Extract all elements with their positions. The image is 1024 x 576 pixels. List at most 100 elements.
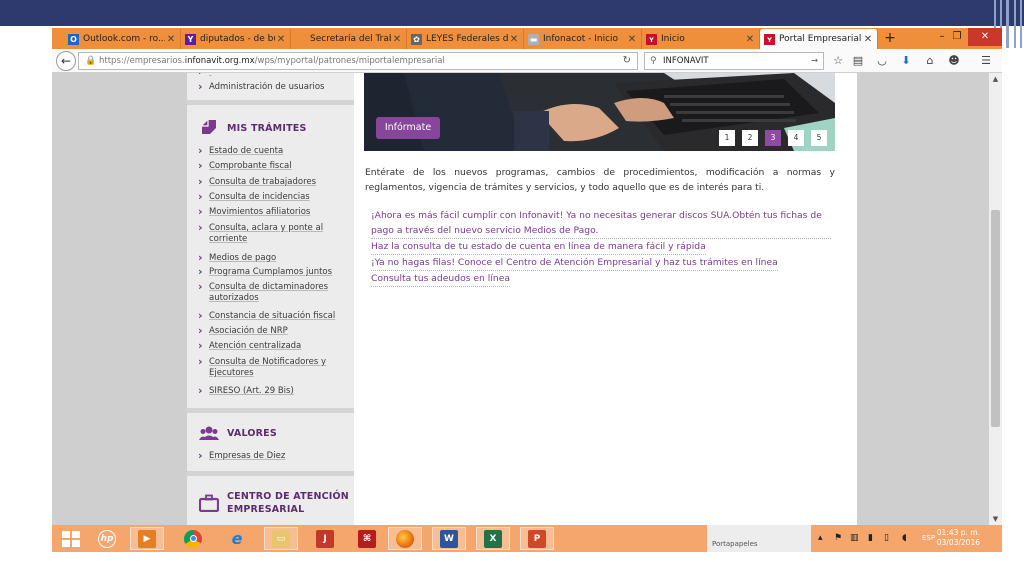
acrobat-icon[interactable]: ⌘: [350, 527, 384, 550]
reading-list-icon[interactable]: ▤: [850, 53, 866, 69]
browser-nav-bar: ← 🔒 https://empresarios.infonavit.org.mx…: [52, 49, 1002, 73]
chat-icon[interactable]: ☻: [946, 53, 962, 69]
sidebar-item[interactable]: Consulta, aclara y ponte al corriente: [198, 222, 349, 245]
tray-expand-icon[interactable]: ▴: [818, 533, 823, 543]
home-icon[interactable]: ⌂: [922, 53, 938, 69]
page-scrollbar[interactable]: ▲ ▼: [989, 73, 1002, 525]
reload-icon[interactable]: ↻: [623, 53, 631, 69]
window-close-button[interactable]: ✕: [968, 28, 1002, 46]
news-link[interactable]: ¡Ahora es más fácil cumplir con Infonavi…: [371, 208, 831, 239]
word-icon[interactable]: W: [432, 527, 466, 550]
slide-canvas: OOutlook.com - ro...✕Ydiputados - de bú.…: [0, 0, 1024, 576]
restore-button[interactable]: ❐: [945, 28, 969, 46]
search-input[interactable]: ⚲ INFONAVIT →: [644, 52, 824, 70]
sidebar-item-label: Consulta de dictaminadores autorizados: [209, 282, 329, 303]
browser-tab[interactable]: O Outlook.com - ro... ✕: [64, 29, 181, 49]
sidebar-item[interactable]: Consulta de Notificadores y Ejecutores: [198, 356, 349, 379]
internet-explorer-icon[interactable]: e: [220, 527, 254, 550]
sidebar-item[interactable]: Programa Cumplamos juntos: [198, 266, 349, 278]
sidebar-item-admin-usuarios[interactable]: Administración de usuarios: [198, 81, 349, 93]
scroll-up-icon[interactable]: ▲: [989, 73, 1002, 85]
infonavit-icon: ʏ: [646, 33, 657, 45]
sidebar: Administración de usuarios MIS TRÁMITES …: [187, 73, 354, 525]
flag-icon[interactable]: ⚑: [834, 533, 842, 543]
sidebar-item-label: Programa Cumplamos juntos: [209, 267, 333, 277]
browser-tab[interactable]: ʏ Portal Empresarial ✕: [760, 29, 878, 49]
informate-button[interactable]: Infórmate: [376, 117, 440, 139]
download-icon[interactable]: ⬇: [898, 53, 914, 69]
sidebar-item[interactable]: Consulta de trabajadores: [198, 176, 349, 188]
menu-icon[interactable]: ☰: [978, 53, 994, 69]
sidebar-item[interactable]: Constancia de situación fiscal: [198, 310, 349, 322]
excel-icon[interactable]: X: [476, 527, 510, 550]
app-red-icon[interactable]: J: [308, 527, 342, 550]
browser-tab[interactable]: Ydiputados - de bú...✕: [181, 29, 291, 49]
sidebar-item[interactable]: Empresas de Diez: [198, 450, 349, 462]
carousel-page-button[interactable]: 1: [719, 130, 735, 146]
tab-label: Portal Empresarial: [779, 34, 862, 44]
hero-carousel[interactable]: Infórmate 12345: [364, 73, 835, 151]
tab-close-icon[interactable]: ✕: [165, 34, 177, 45]
sidebar-item-label: Consulta de trabajadores: [209, 177, 317, 187]
tab-close-icon[interactable]: ✕: [275, 34, 287, 45]
news-link[interactable]: Consulta tus adeudos en línea: [371, 271, 511, 287]
volume-icon[interactable]: ◖: [902, 533, 907, 543]
yahoo-icon: Y: [185, 33, 196, 45]
url-prefix: https://empresarios.: [99, 56, 185, 66]
signal-icon[interactable]: ▮: [868, 533, 873, 543]
sidebar-item[interactable]: Movimientos afiliatorios: [198, 206, 349, 218]
firefox-icon[interactable]: [388, 527, 422, 550]
sidebar-item[interactable]: Asociación de NRP: [198, 325, 349, 337]
browser-tab[interactable]: Secretaría del Trabajo ...✕: [291, 29, 407, 49]
file-explorer-icon[interactable]: ▭: [264, 527, 298, 550]
sidebar-item[interactable]: Consulta de dictaminadores autorizados: [198, 281, 349, 304]
search-go-icon[interactable]: →: [811, 53, 818, 69]
bookmark-star-icon[interactable]: ☆: [830, 53, 846, 69]
pocket-icon[interactable]: ◡: [874, 53, 890, 69]
sidebar-item[interactable]: SIRESO (Art. 29 Bis): [198, 385, 349, 397]
sidebar-item[interactable]: Comprobante fiscal: [198, 160, 349, 172]
sidebar-item[interactable]: Medios de pago: [198, 252, 349, 264]
browser-tab[interactable]: ▬ Infonacot - Inicio ✕: [524, 29, 642, 49]
sidebar-item[interactable]: Atención centralizada: [198, 340, 349, 352]
sidebar-item[interactable]: Estado de cuenta: [198, 145, 349, 157]
carousel-page-button[interactable]: 4: [788, 130, 804, 146]
sidebar-item-cut[interactable]: [198, 73, 349, 78]
carousel-page-button[interactable]: 2: [742, 130, 758, 146]
tab-close-icon[interactable]: ✕: [391, 34, 403, 45]
language-indicator[interactable]: ESP: [922, 534, 935, 542]
main-content: Infórmate 12345 Entérate de los nuevos p…: [354, 73, 857, 525]
browser-tab[interactable]: ʏ Inicio ✕: [642, 29, 760, 49]
system-clock[interactable]: 01:43 p. m. 03/03/2016: [937, 528, 980, 548]
sidebar-item[interactable]: Consulta de incidencias: [198, 191, 349, 203]
sidebar-divider: [187, 100, 354, 105]
new-tab-button[interactable]: +: [880, 29, 900, 49]
battery-icon[interactable]: ▯: [884, 533, 889, 543]
carousel-page-button[interactable]: 3: [765, 130, 781, 146]
sidebar-item-label: Empresas de Diez: [209, 451, 286, 461]
back-button[interactable]: ←: [56, 51, 76, 71]
tab-close-icon[interactable]: ✕: [508, 34, 520, 45]
tab-close-icon[interactable]: ✕: [862, 34, 874, 45]
url-bar[interactable]: 🔒 https://empresarios.infonavit.org.mx/w…: [78, 52, 638, 70]
hp-app-icon[interactable]: hp: [90, 527, 124, 550]
news-link[interactable]: ¡Ya no hagas filas! Conoce el Centro de …: [371, 255, 778, 271]
scroll-down-icon[interactable]: ▼: [989, 513, 1002, 525]
section-title-cae: CENTRO DE ATENCIÓN EMPRESARIAL: [227, 491, 349, 515]
start-button[interactable]: [54, 527, 88, 550]
sidebar-item-label: Estado de cuenta: [209, 146, 284, 156]
carousel-pager: 12345: [712, 130, 827, 146]
chrome-icon[interactable]: [176, 527, 210, 550]
carousel-page-button[interactable]: 5: [811, 130, 827, 146]
news-link[interactable]: Haz la consulta de tu estado de cuenta e…: [371, 239, 706, 255]
scrollbar-thumb[interactable]: [991, 210, 1000, 427]
powerpoint-icon[interactable]: P: [520, 527, 554, 550]
windows-taskbar: hp ▶ e ▭ J ⌘ W X P Portapapeles ▴ ⚑ ▥ ▮ …: [52, 525, 1002, 552]
sidebar-item-label: Atención centralizada: [209, 341, 302, 351]
sidebar-item-label: SIRESO (Art. 29 Bis): [209, 386, 294, 396]
media-player-icon[interactable]: ▶: [130, 527, 164, 550]
network-icon[interactable]: ▥: [850, 533, 859, 543]
tab-close-icon[interactable]: ✕: [744, 34, 756, 45]
tab-close-icon[interactable]: ✕: [626, 34, 638, 45]
browser-tab[interactable]: ✿ LEYES Federales d... ✕: [407, 29, 524, 49]
